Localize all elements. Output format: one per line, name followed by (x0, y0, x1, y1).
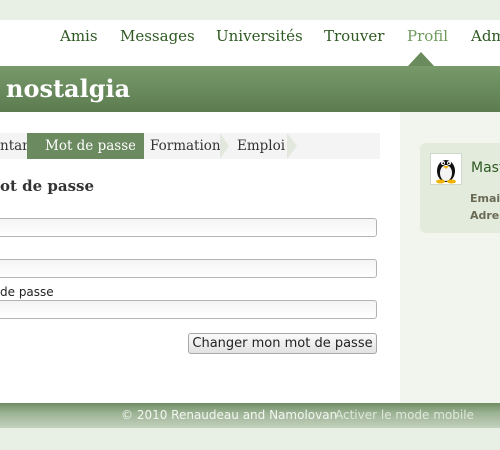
nav-item-messages[interactable]: Messages (120, 27, 195, 45)
active-nav-indicator (408, 52, 434, 66)
profile-email-label: Emai (470, 192, 500, 205)
current-password-input[interactable] (0, 218, 377, 237)
form-title: ot de passe (0, 177, 95, 195)
step-active-chevron (135, 133, 144, 159)
step-separator (220, 133, 229, 159)
footer-copyright: © 2010 Renaudeau and Namolovan (121, 408, 338, 422)
penguin-icon (436, 160, 456, 184)
nav-item-profil[interactable]: Profil (407, 27, 448, 45)
mobile-mode-link[interactable]: Activer le mode mobile (335, 408, 474, 422)
nav-item-trouver[interactable]: Trouver (324, 27, 384, 45)
footer: © 2010 Renaudeau and Namolovan Activer l… (0, 403, 500, 428)
step-mot-de-passe[interactable]: Mot de passe (27, 133, 145, 159)
step-avatar[interactable]: ntar (0, 133, 29, 159)
nav-item-universites[interactable]: Universités (216, 27, 303, 45)
profile-steps: ntar Mot de passe Formation Emploi (0, 133, 380, 159)
nav-item-admin[interactable]: Adm (471, 27, 500, 45)
new-password-input[interactable] (0, 259, 377, 278)
bottom-strip (0, 428, 500, 450)
profile-name[interactable]: Mast (471, 160, 500, 176)
step-emploi[interactable]: Emploi (237, 133, 285, 159)
site-banner: nostalgia (0, 66, 500, 112)
top-strip (0, 0, 500, 20)
step-separator (287, 133, 297, 159)
step-formation[interactable]: Formation (150, 133, 221, 159)
confirm-password-input[interactable] (0, 300, 377, 319)
change-password-button[interactable]: Changer mon mot de passe (188, 333, 377, 354)
nav-item-amis[interactable]: Amis (60, 27, 98, 45)
site-title[interactable]: nostalgia (6, 74, 130, 103)
avatar[interactable] (430, 153, 462, 185)
confirm-password-label: de passe (0, 285, 54, 299)
profile-address-label: Adres (470, 209, 500, 222)
